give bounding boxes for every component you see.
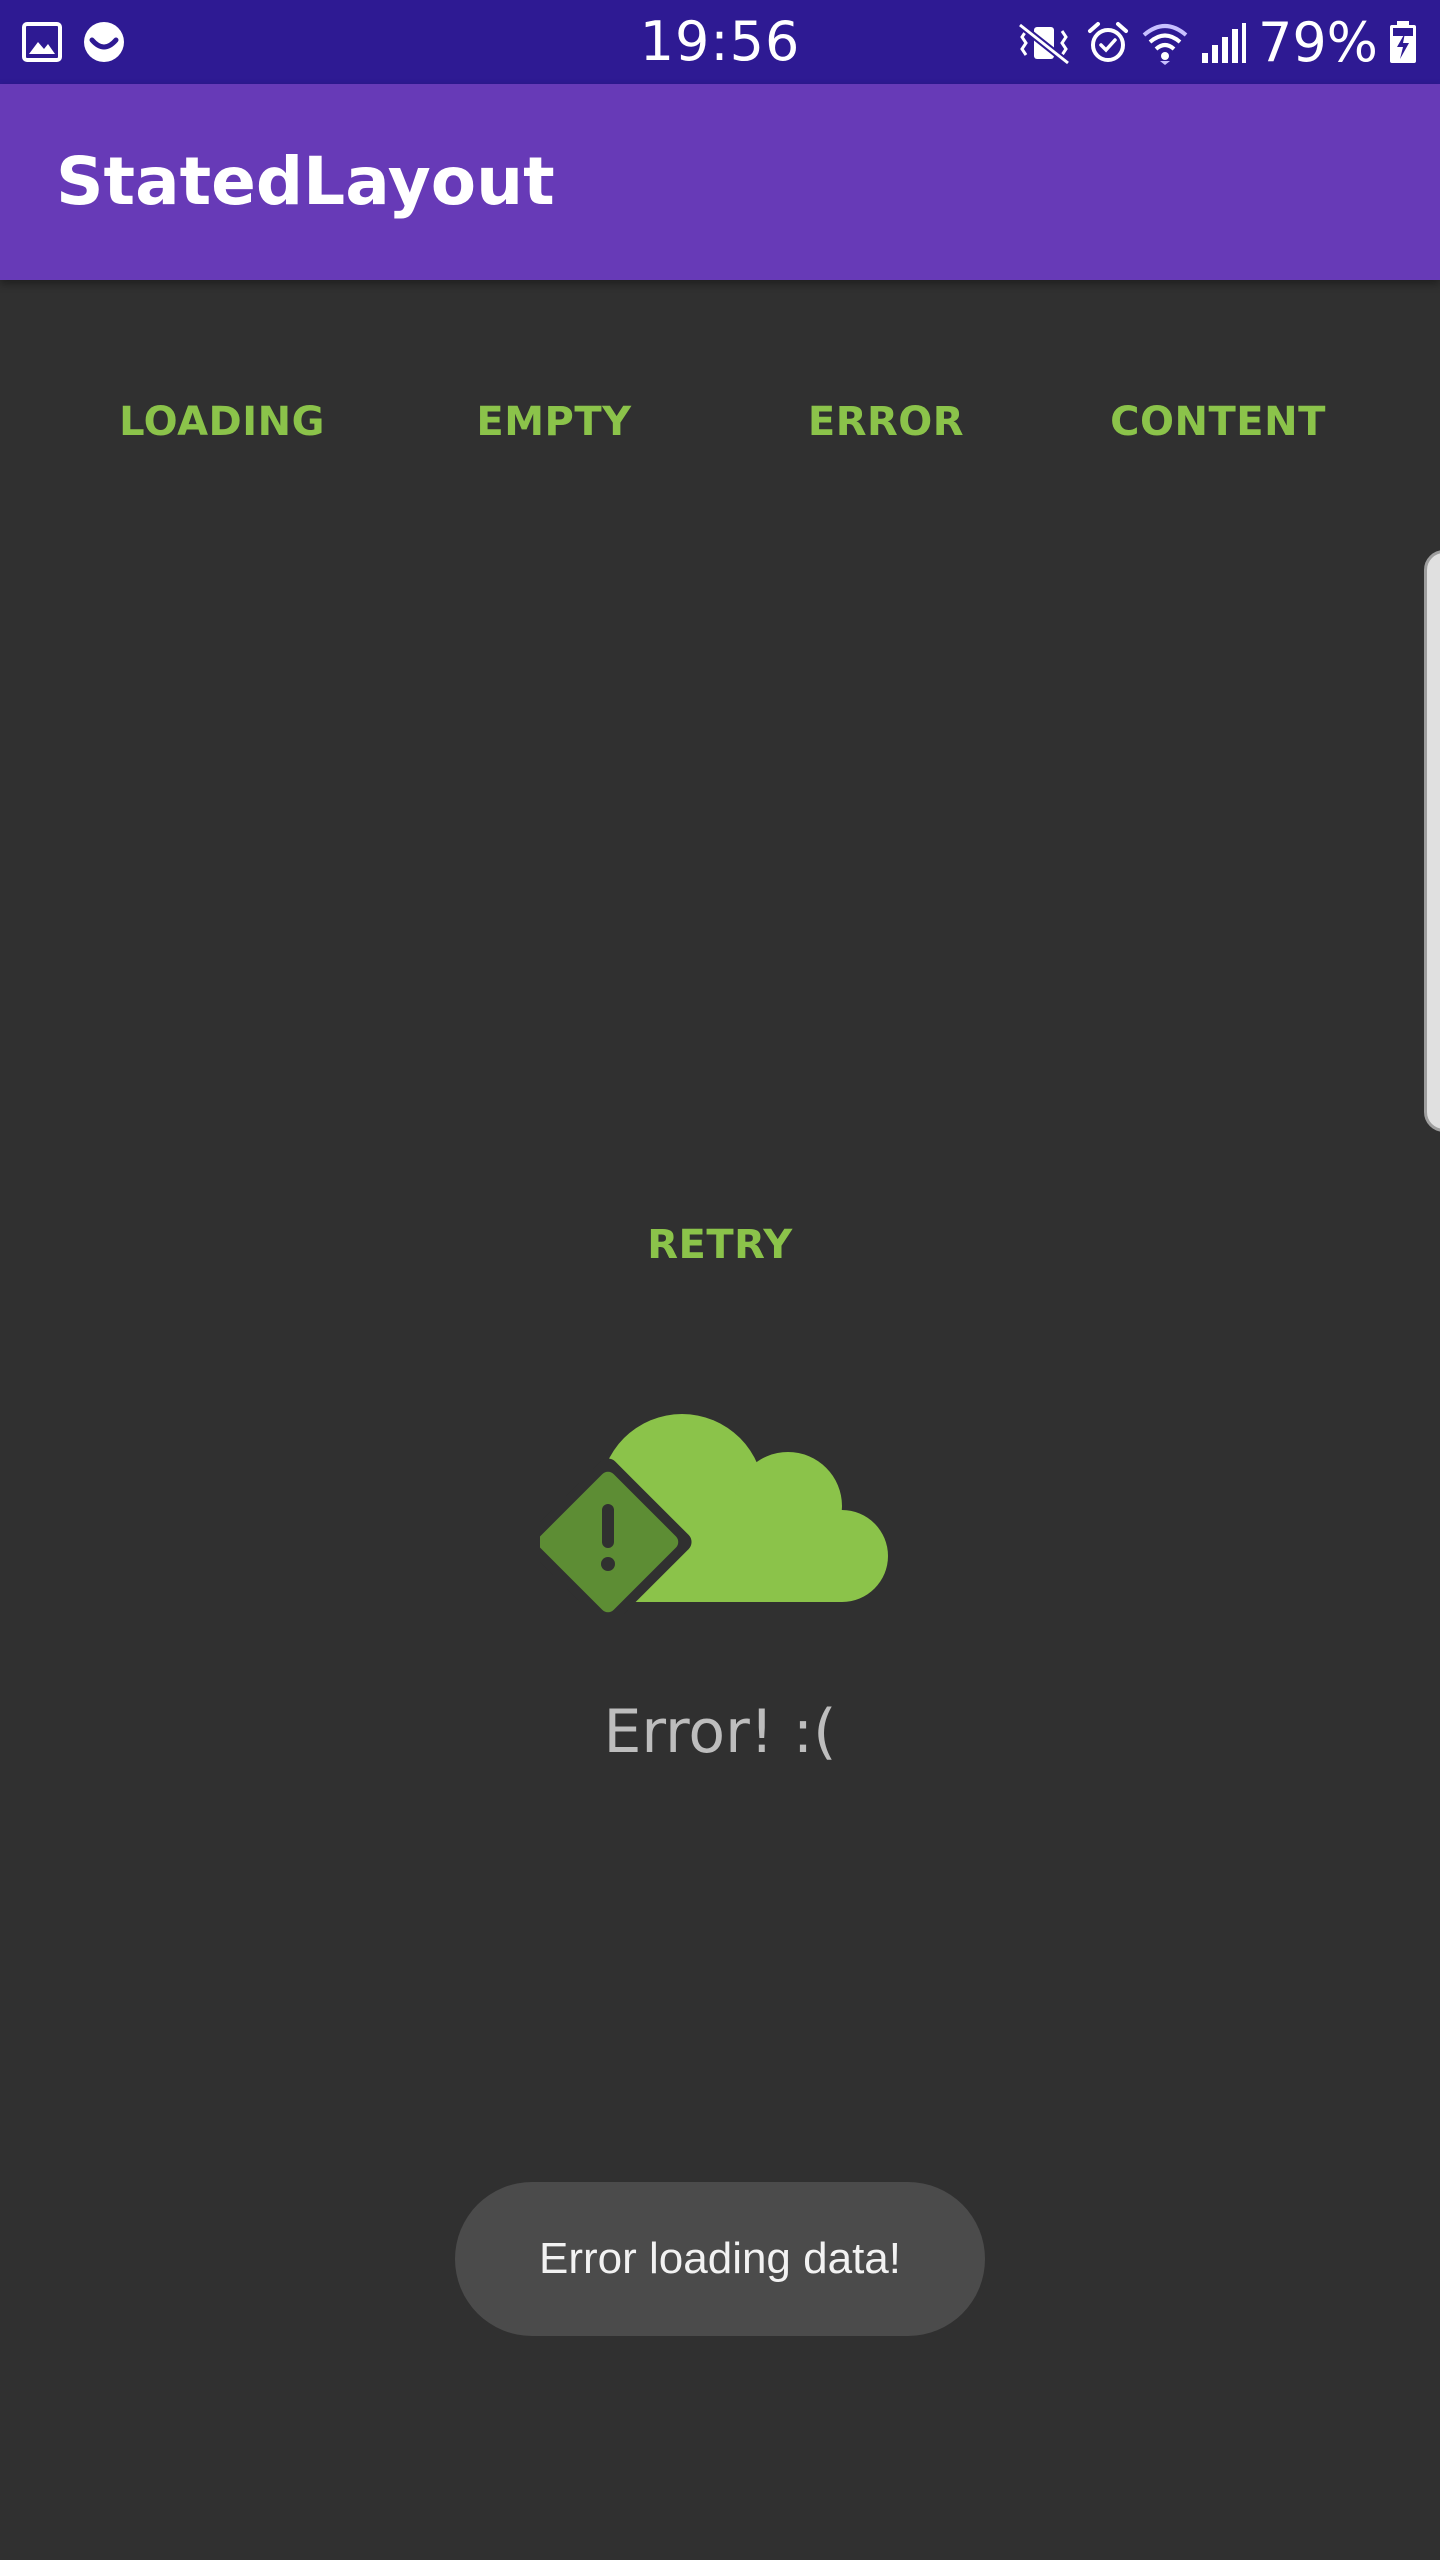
status-bar: 19:56 79% — [0, 0, 1440, 84]
cloud-warning-icon — [524, 1396, 900, 1626]
battery-charging-icon — [1388, 21, 1418, 65]
alarm-icon — [1086, 21, 1130, 65]
loading-button[interactable]: LOADING — [56, 370, 388, 474]
error-button[interactable]: ERROR — [720, 370, 1052, 474]
status-right-icons: 79% — [1012, 16, 1418, 70]
app-title: StatedLayout — [56, 143, 555, 220]
empty-button[interactable]: EMPTY — [388, 370, 720, 474]
signal-icon — [1200, 21, 1248, 65]
retry-button[interactable]: RETRY — [600, 1200, 840, 1290]
mute-vibrate-icon — [1012, 21, 1076, 65]
content-button[interactable]: CONTENT — [1052, 370, 1384, 474]
edge-panel-handle[interactable] — [1424, 550, 1440, 1132]
wifi-icon — [1140, 21, 1190, 65]
error-message: Error! :( — [603, 1697, 837, 1767]
toast-message: Error loading data! — [455, 2182, 985, 2336]
app-bar: StatedLayout — [0, 84, 1440, 280]
battery-percentage: 79% — [1257, 11, 1378, 74]
state-button-row: LOADING EMPTY ERROR CONTENT — [56, 370, 1384, 474]
